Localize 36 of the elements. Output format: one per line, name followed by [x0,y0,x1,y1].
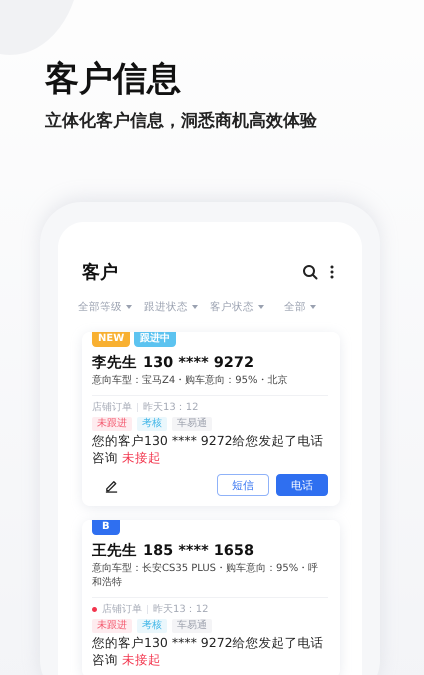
filter-dropdown[interactable]: 全部 [284,300,316,314]
more-icon[interactable] [330,265,334,279]
caret-icon [126,305,132,309]
customer-badge: 跟进中 [134,332,176,347]
customer-info: 意向车型：宝马Z4・购车意向：95%・北京 [92,374,288,388]
hero-title: 客户信息 [45,58,182,101]
filter-dropdown[interactable]: 全部等级 [78,300,132,314]
customer-name: 王先生 [92,542,137,560]
customer-tag: 车易通 [172,619,212,633]
customer-tag: 未跟进 [92,619,132,633]
phone-number: 130 **** 9272 [143,355,254,371]
caret-icon [310,305,316,309]
call-button[interactable]: 电话 [276,474,328,496]
caret-icon [258,305,264,309]
search-icon[interactable] [302,264,318,280]
customer-badge: B [92,520,120,535]
customer-tag: 车易通 [172,417,212,431]
notification-message: 您的客户130 **** 9272给您发起了电话咨询 未接起 [92,634,325,668]
hero-subtitle: 立体化客户信息，洞悉商机高效体验 [45,110,318,133]
customer-tag: 考核 [137,619,167,633]
time-label: 昨天13：12 [153,603,208,616]
customer-badge: NEW [92,332,130,347]
filter-dropdown[interactable]: 跟进状态 [144,300,198,314]
sms-button[interactable]: 短信 [217,474,269,496]
customer-tag: 考核 [137,417,167,431]
source-label: 店铺订单 [92,400,132,414]
source-label: 店铺订单 [102,602,142,616]
phone-number: 185 **** 1658 [143,543,254,559]
screen-title: 客户 [82,261,119,284]
caret-icon [192,305,198,309]
customer-name: 李先生 [92,354,137,372]
customer-info: 意向车型：长安CS35 PLUS・购车意向：95%・呼和浩特 [92,562,320,590]
customer-tag: 未跟进 [92,417,132,431]
filter-dropdown[interactable]: 客户状态 [210,300,264,314]
notification-message: 您的客户130 **** 9272给您发起了电话咨询 未接起 [92,432,325,466]
time-label: 昨天13：12 [143,401,198,414]
